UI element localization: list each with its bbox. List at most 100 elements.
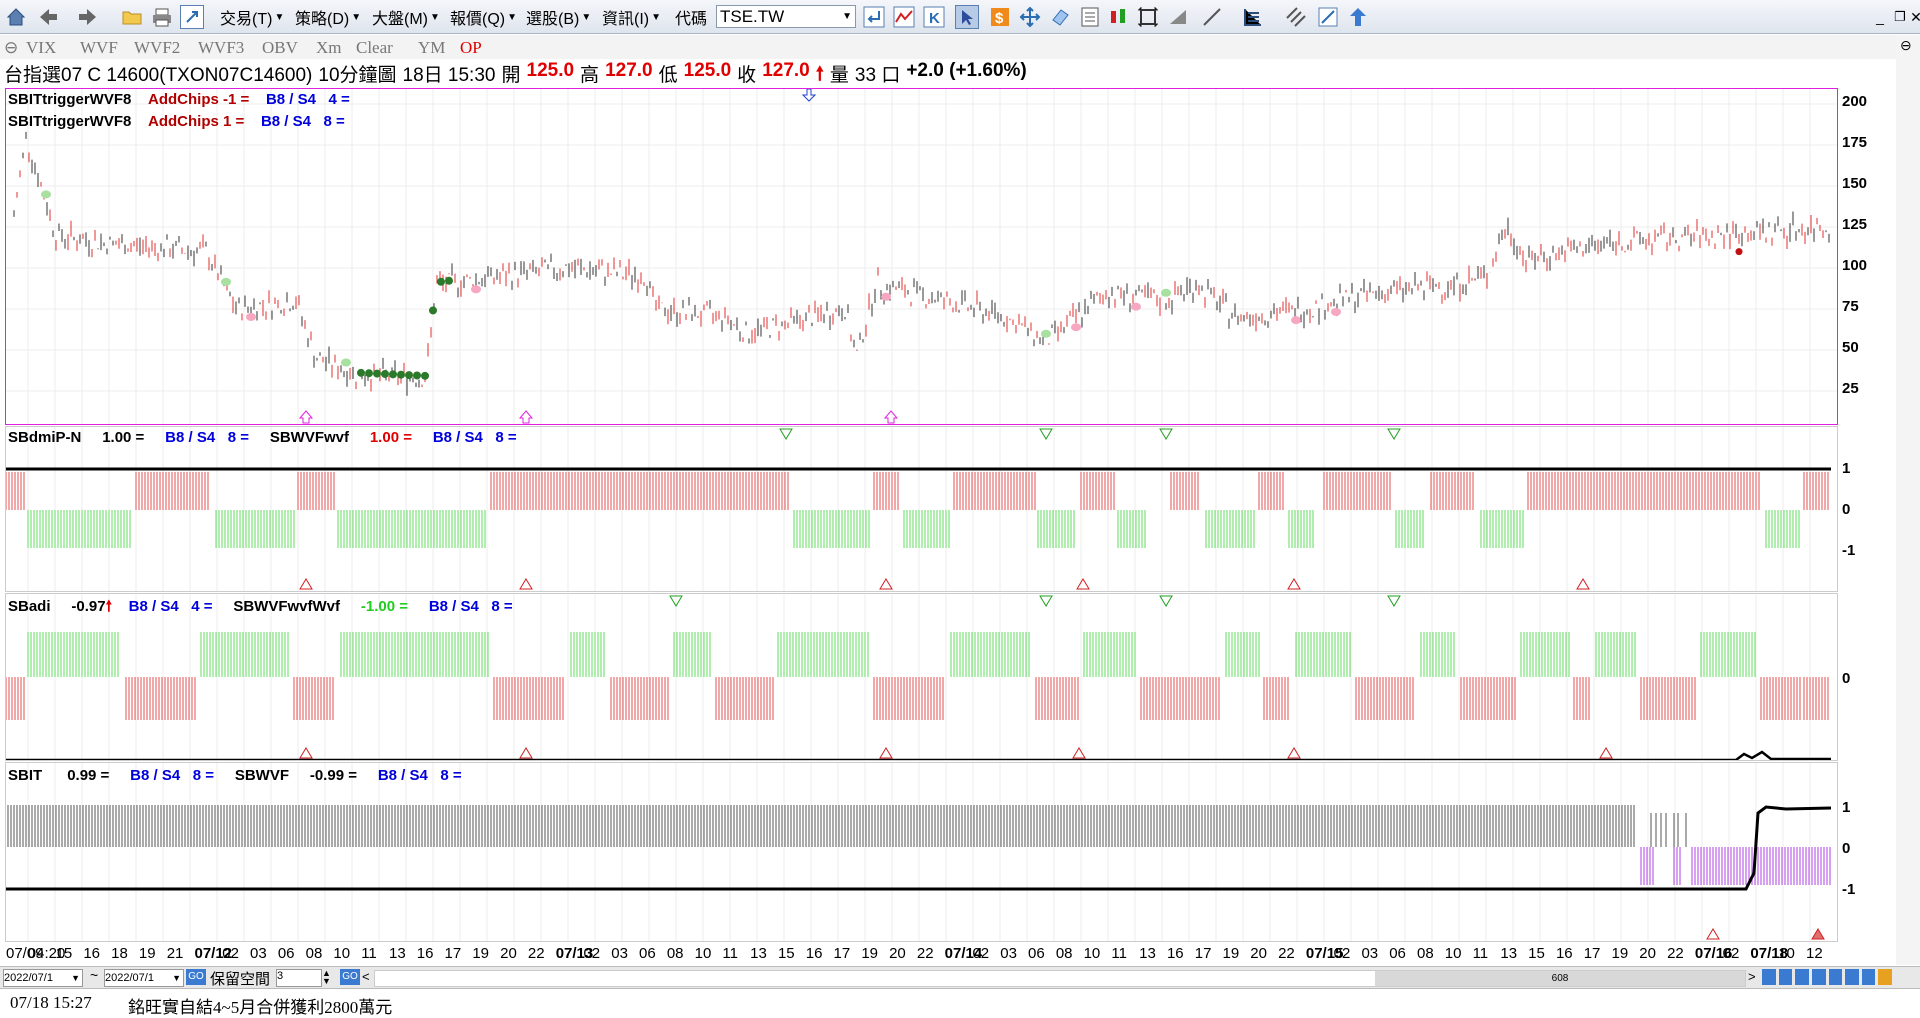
candles-icon[interactable] <box>1106 5 1130 29</box>
menu-info[interactable]: 資訊(I) ▼ <box>602 4 661 30</box>
right-scroll-strip[interactable]: ⊖ <box>1896 35 1920 965</box>
reserve-input[interactable]: 3 <box>276 969 322 987</box>
up-triangle <box>1072 747 1086 759</box>
x-tick-label: 02 <box>1333 945 1351 962</box>
x-tick-label: 10 <box>1083 945 1101 962</box>
fullscreen-icon[interactable] <box>1136 5 1160 29</box>
notes-icon[interactable] <box>1078 5 1102 29</box>
chart-line-icon[interactable] <box>892 5 916 29</box>
enter-icon[interactable] <box>862 5 886 29</box>
zoom-out-icon[interactable] <box>1762 969 1776 985</box>
scroll-left-icon[interactable]: < <box>362 969 370 984</box>
tab-vix-icon[interactable]: ⊖ <box>4 38 18 58</box>
tab-vix[interactable]: VIX <box>26 38 56 58</box>
low-label: 低 <box>658 65 678 86</box>
menu-strategy[interactable]: 策略(D) ▼ <box>295 4 361 30</box>
chart-period: 10分鐘圖 <box>318 65 397 86</box>
dmi-pane[interactable]: SBdmiP-N 1.00 = B8 / S4 8 = SBWVFwvf 1.0… <box>5 426 1838 592</box>
dollar-icon[interactable]: $ <box>988 5 1012 29</box>
x-tick-label: 17 <box>833 945 851 962</box>
tilde-label: ~ <box>90 967 99 983</box>
x-tick-label: 16 <box>416 945 434 962</box>
go-button-2[interactable]: GO <box>340 969 360 985</box>
x-tick-label: 06 <box>1389 945 1406 962</box>
grid-icon[interactable] <box>1845 969 1859 985</box>
tab-ym[interactable]: YM <box>418 38 445 58</box>
cursor-icon[interactable] <box>955 5 979 29</box>
minus-icon[interactable] <box>1795 969 1809 985</box>
down-triangle <box>779 428 793 440</box>
x-tick-label: 02 <box>222 945 239 962</box>
fit-icon[interactable] <box>1828 969 1843 985</box>
tab-wvf[interactable]: WVF <box>80 38 118 58</box>
news-ticker[interactable]: 07/18 15:27 銘旺實自結4~5月合併獲利2800萬元 <box>0 988 1920 1017</box>
expand-icon[interactable] <box>180 5 204 29</box>
tab-clear[interactable]: Clear <box>356 38 393 58</box>
x-tick-label: 13 <box>750 945 767 962</box>
low-value: 125.0 <box>683 60 732 81</box>
tab-xm[interactable]: Xm <box>316 38 342 58</box>
x-tick-label: 20 <box>1639 945 1656 962</box>
zoom-icon[interactable]: ⊖ <box>1900 37 1912 54</box>
x-tick-label: 13 <box>1500 945 1518 962</box>
date-from-select[interactable]: 2022/07/1 ▼ <box>3 969 83 987</box>
k-chart-icon[interactable]: K <box>922 5 946 29</box>
price-pane[interactable]: SBITtriggerWVF8 AddChips -1 = B8 / S4 4 … <box>5 88 1838 425</box>
buy-marker <box>381 369 389 378</box>
x-tick-label: 18 <box>111 945 128 962</box>
sbit-pane[interactable]: SBIT 0.99 = B8 / S4 8 = SBWVF -0.99 = B8… <box>5 762 1838 942</box>
adi-pane[interactable]: SBadi -0.97🠕 B8 / S4 4 = SBWVFwvfWvf -1.… <box>5 593 1838 761</box>
down-triangle <box>1387 595 1401 607</box>
forward-icon[interactable] <box>76 5 100 29</box>
folder-icon[interactable] <box>120 5 144 29</box>
tab-op[interactable]: OP <box>460 38 482 58</box>
tab-wvf2[interactable]: WVF2 <box>134 38 180 58</box>
signal-marker <box>471 285 481 294</box>
go-button[interactable]: GO <box>186 969 206 985</box>
x-tick-label: 11 <box>1472 945 1489 962</box>
scroll-thumb[interactable]: 608 <box>1375 971 1745 986</box>
x-tick-label: 20 <box>500 945 517 962</box>
up-triangle <box>299 747 313 759</box>
buy-marker <box>365 369 373 378</box>
reserve-stepper[interactable]: ▲ ▼ <box>322 969 338 986</box>
arrow-up-icon[interactable] <box>1346 5 1370 29</box>
menu-market[interactable]: 大盤(M) ▼ <box>372 4 440 30</box>
date-to-select[interactable]: 2022/07/1 ▼ <box>104 969 184 987</box>
menu-trade[interactable]: 交易(T) ▼ <box>220 4 284 30</box>
y-tick: 50 <box>1842 339 1859 356</box>
up-triangle <box>519 578 533 590</box>
horizontal-lines-icon[interactable] <box>1240 5 1264 29</box>
tab-obv[interactable]: OBV <box>262 38 298 58</box>
close-icon[interactable]: ✕ <box>1904 5 1920 29</box>
plus-icon[interactable] <box>1811 969 1826 985</box>
x-tick-label: 10 <box>694 945 712 962</box>
home-icon[interactable] <box>4 5 28 29</box>
up-triangle <box>1706 928 1720 940</box>
menu-quote[interactable]: 報價(Q) ▼ <box>450 4 517 30</box>
high-label: 高 <box>580 65 600 86</box>
x-tick-label: 22 <box>527 945 545 962</box>
horizontal-scrollbar[interactable]: 608 <box>374 970 1746 987</box>
code-input[interactable]: TSE.TW ▼ <box>716 5 856 28</box>
eraser-icon[interactable] <box>1048 5 1072 29</box>
x-tick-label: 02 <box>972 945 990 962</box>
tab-wvf3[interactable]: WVF3 <box>198 38 244 58</box>
news-headline[interactable]: 銘旺實自結4~5月合併獲利2800萬元 <box>128 993 392 1018</box>
fib-icon[interactable] <box>1316 5 1340 29</box>
move-icon[interactable] <box>1018 5 1042 29</box>
back-icon[interactable] <box>36 5 60 29</box>
draw-line-icon[interactable] <box>1200 5 1224 29</box>
x-tick-label: 16 <box>805 945 823 962</box>
pane4-legend: SBIT 0.99 = B8 / S4 8 = SBWVF -0.99 = B8… <box>8 767 462 784</box>
clock-icon[interactable] <box>1778 969 1793 985</box>
scroll-right-icon[interactable]: > <box>1748 969 1756 984</box>
settings-icon[interactable] <box>1861 969 1876 985</box>
window-icon[interactable] <box>1166 5 1190 29</box>
print-icon[interactable] <box>150 5 174 29</box>
pane3-legend: SBadi -0.97🠕 B8 / S4 4 = SBWVFwvfWvf -1.… <box>8 598 513 615</box>
y-tick: 75 <box>1842 298 1859 315</box>
parallel-lines-icon[interactable] <box>1284 5 1308 29</box>
menu-screener[interactable]: 選股(B) ▼ <box>526 4 591 30</box>
alert-icon[interactable] <box>1878 969 1892 985</box>
